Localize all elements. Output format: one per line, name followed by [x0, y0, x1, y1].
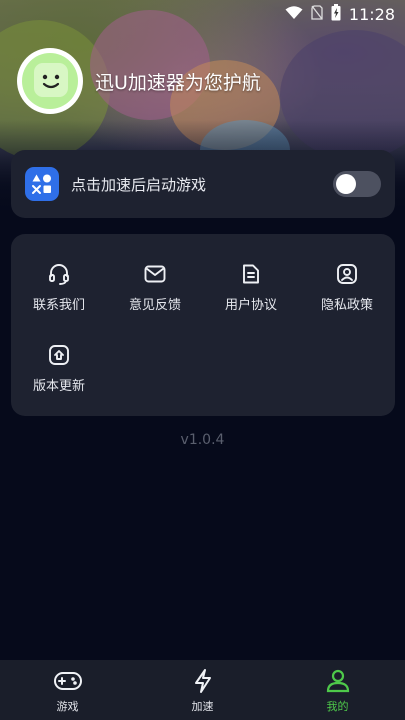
nav-tab-label: 我的 [326, 699, 349, 713]
mail-icon [143, 262, 167, 286]
menu-item-user-agreement[interactable]: 用户协议 [203, 262, 299, 313]
avatar[interactable] [17, 48, 83, 114]
menu-item-version-update[interactable]: 版本更新 [11, 343, 107, 394]
nav-tab-boost[interactable]: 加速 [153, 667, 253, 714]
menu-card: 联系我们 意见反馈 用户协议 隐私政策 版本更新 [11, 234, 395, 416]
app-version: v1.0.4 [180, 432, 225, 448]
user-icon [323, 667, 353, 695]
profile-screen: 11:28 迅U加速器为您护航 点击加速后启动游戏 联系我们 意见反馈 用户协议… [0, 0, 405, 720]
bottom-nav: 游戏 加速 我的 [0, 660, 405, 720]
headset-icon [47, 262, 71, 286]
nav-tab-games[interactable]: 游戏 [18, 667, 118, 714]
menu-item-label: 用户协议 [224, 298, 277, 313]
privacy-shield-icon [335, 262, 359, 286]
menu-item-privacy-policy[interactable]: 隐私政策 [299, 262, 395, 313]
toggle-knob [336, 174, 356, 194]
status-bar: 11:28 [0, 0, 405, 30]
nav-tab-mine[interactable]: 我的 [288, 667, 388, 714]
battery-charging-icon [331, 4, 341, 25]
auto-launch-toggle[interactable] [333, 171, 381, 197]
nav-tab-label: 加速 [191, 699, 214, 713]
menu-item-label: 意见反馈 [128, 298, 181, 313]
smiley-avatar-icon [22, 53, 78, 109]
menu-item-feedback[interactable]: 意见反馈 [107, 262, 203, 313]
game-shapes-icon [25, 167, 59, 201]
nav-tab-label: 游戏 [56, 699, 79, 713]
auto-launch-card: 点击加速后启动游戏 [11, 150, 395, 218]
menu-item-label: 版本更新 [32, 379, 85, 394]
auto-launch-label: 点击加速后启动游戏 [71, 175, 207, 194]
menu-item-contact-us[interactable]: 联系我们 [11, 262, 107, 313]
wifi-icon [285, 5, 303, 24]
gamepad-icon [53, 667, 83, 695]
menu-item-label: 隐私政策 [320, 298, 373, 313]
menu-item-label: 联系我们 [32, 298, 85, 313]
document-icon [239, 262, 263, 286]
status-time: 11:28 [348, 5, 395, 24]
no-sim-icon [311, 5, 323, 24]
lightning-icon [188, 667, 218, 695]
profile-slogan: 迅U加速器为您护航 [95, 72, 261, 94]
update-upload-icon [47, 343, 71, 367]
